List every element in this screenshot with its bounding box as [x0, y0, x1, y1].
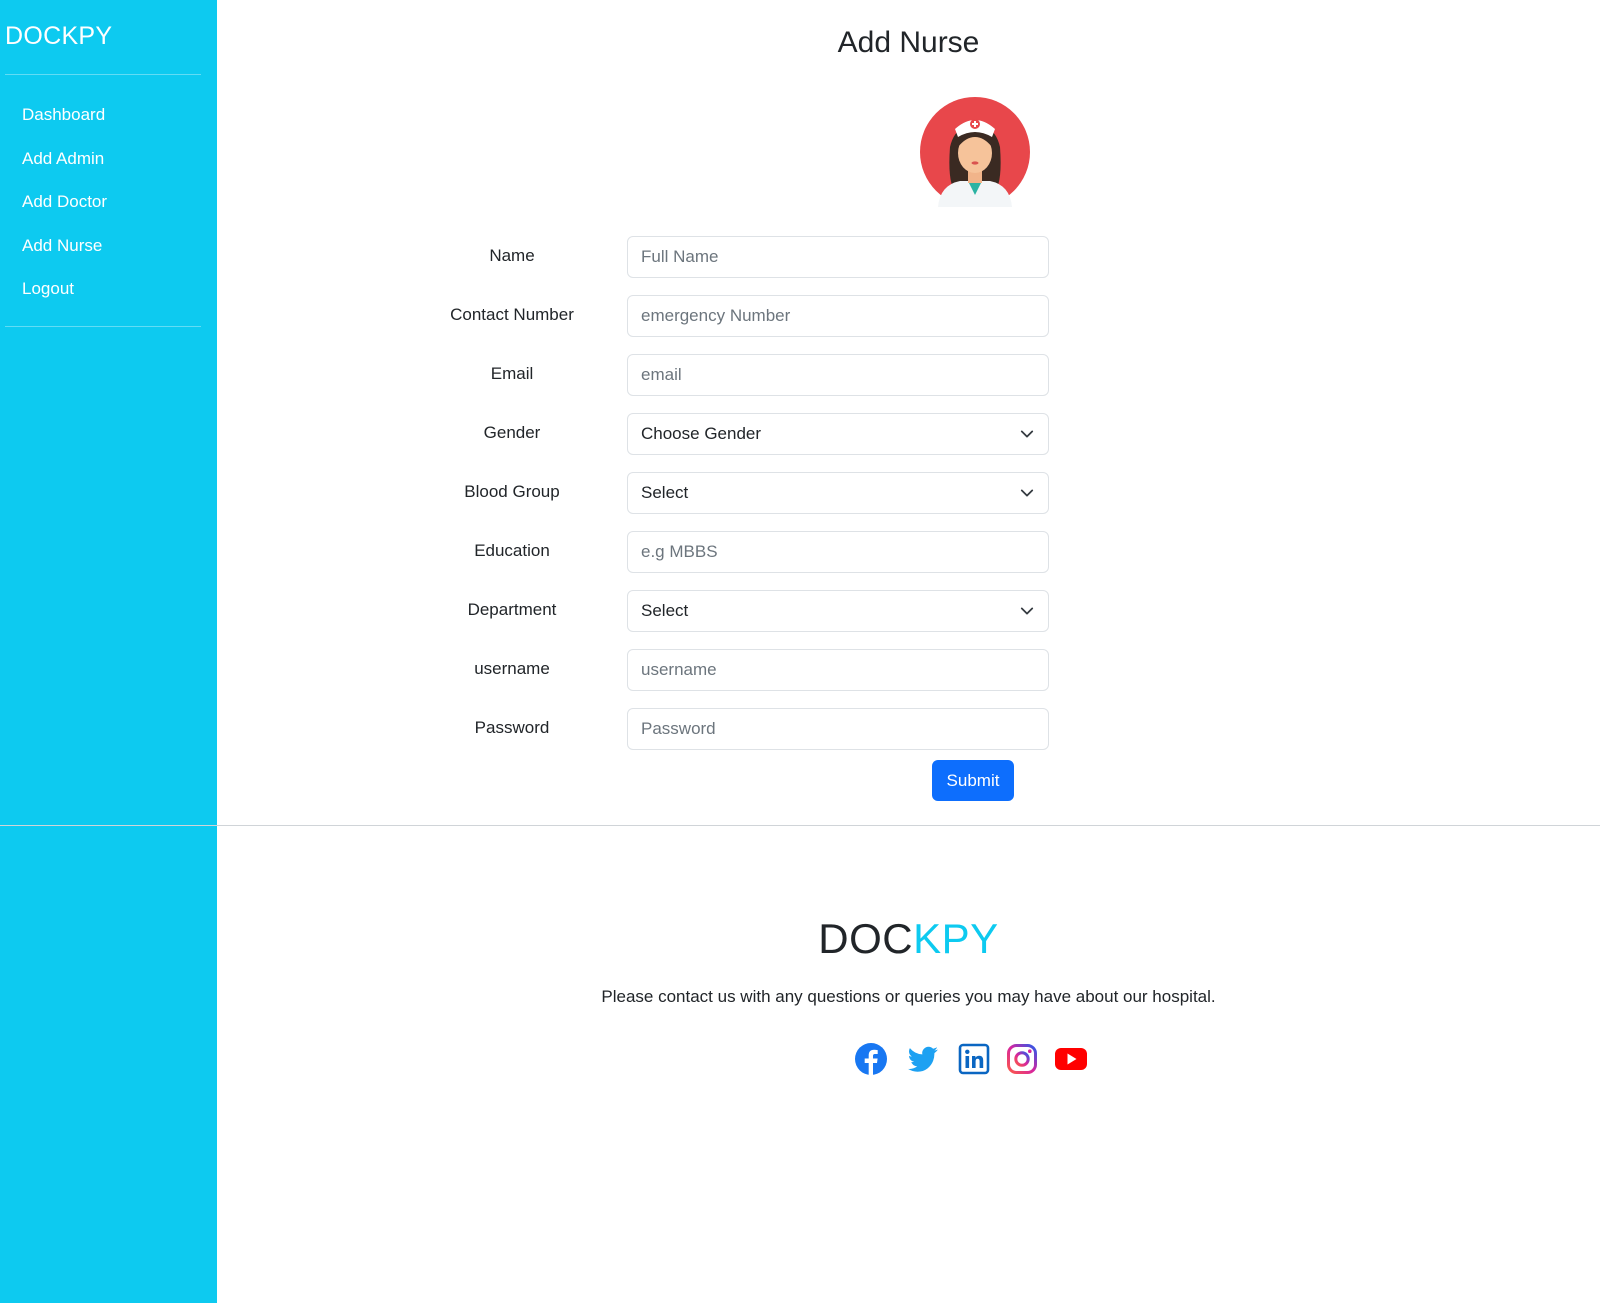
blood-group-select[interactable]: Select [627, 472, 1049, 514]
page-title: Add Nurse [837, 26, 980, 59]
footer-brand-blue: KPY [913, 915, 999, 962]
sidebar-item-add-doctor[interactable]: Add Doctor [22, 187, 107, 231]
form-row-contact: Contact Number [217, 295, 1600, 337]
main-content: Add Nurse Name Contact Number Email Gend… [217, 0, 1600, 1303]
sidebar-divider-top [5, 74, 201, 75]
blood-group-select-value: Select [641, 483, 689, 502]
department-label: Department [467, 600, 557, 619]
form-row-email: Email [217, 354, 1600, 396]
social-links [854, 1042, 1114, 1076]
name-input[interactable] [627, 236, 1049, 278]
sidebar-divider-bottom [5, 326, 201, 327]
name-label: Name [489, 246, 535, 265]
chevron-down-icon [1020, 430, 1034, 438]
form-row-education: Education [217, 531, 1600, 573]
linkedin-icon[interactable] [957, 1042, 991, 1076]
youtube-icon[interactable] [1054, 1042, 1088, 1076]
department-select-value: Select [641, 601, 689, 620]
nurse-avatar-icon [920, 97, 1030, 207]
username-label: username [474, 659, 550, 678]
footer-text: Please contact us with any questions or … [601, 987, 1216, 1006]
blood-group-label: Blood Group [464, 482, 560, 501]
form-row-gender: Gender Choose Gender [217, 413, 1600, 455]
education-input[interactable] [627, 531, 1049, 573]
gender-select[interactable]: Choose Gender [627, 413, 1049, 455]
email-input[interactable] [627, 354, 1049, 396]
sidebar-item-dashboard[interactable]: Dashboard [22, 100, 107, 144]
sidebar-item-add-nurse[interactable]: Add Nurse [22, 231, 107, 275]
gender-label: Gender [483, 423, 541, 442]
form-row-password: Password [217, 708, 1600, 750]
footer-divider [0, 825, 1600, 826]
form-row-name: Name [217, 236, 1600, 278]
department-select[interactable]: Select [627, 590, 1049, 632]
chevron-down-icon [1020, 489, 1034, 497]
chevron-down-icon [1020, 607, 1034, 615]
contact-number-input[interactable] [627, 295, 1049, 337]
footer-brand-dark: DOC [818, 915, 914, 962]
sidebar-nav: Dashboard Add Admin Add Doctor Add Nurse… [22, 100, 107, 318]
footer-brand: DOCKPY [217, 915, 1600, 963]
sidebar-item-add-admin[interactable]: Add Admin [22, 144, 107, 188]
gender-select-value: Choose Gender [641, 424, 762, 443]
password-label: Password [474, 718, 550, 737]
password-input[interactable] [627, 708, 1049, 750]
sidebar-brand[interactable]: DOCKPY [5, 22, 112, 51]
twitter-icon[interactable] [906, 1042, 940, 1076]
username-input[interactable] [627, 649, 1049, 691]
education-label: Education [474, 541, 550, 560]
facebook-icon[interactable] [854, 1042, 888, 1076]
instagram-icon[interactable] [1005, 1042, 1039, 1076]
submit-button[interactable]: Submit [932, 760, 1014, 801]
email-label: Email [490, 364, 534, 383]
form-row-department: Department Select [217, 590, 1600, 632]
sidebar: DOCKPY Dashboard Add Admin Add Doctor Ad… [0, 0, 217, 1303]
form-row-username: username [217, 649, 1600, 691]
form-row-blood-group: Blood Group Select [217, 472, 1600, 514]
sidebar-item-logout[interactable]: Logout [22, 274, 107, 318]
contact-number-label: Contact Number [450, 305, 574, 324]
